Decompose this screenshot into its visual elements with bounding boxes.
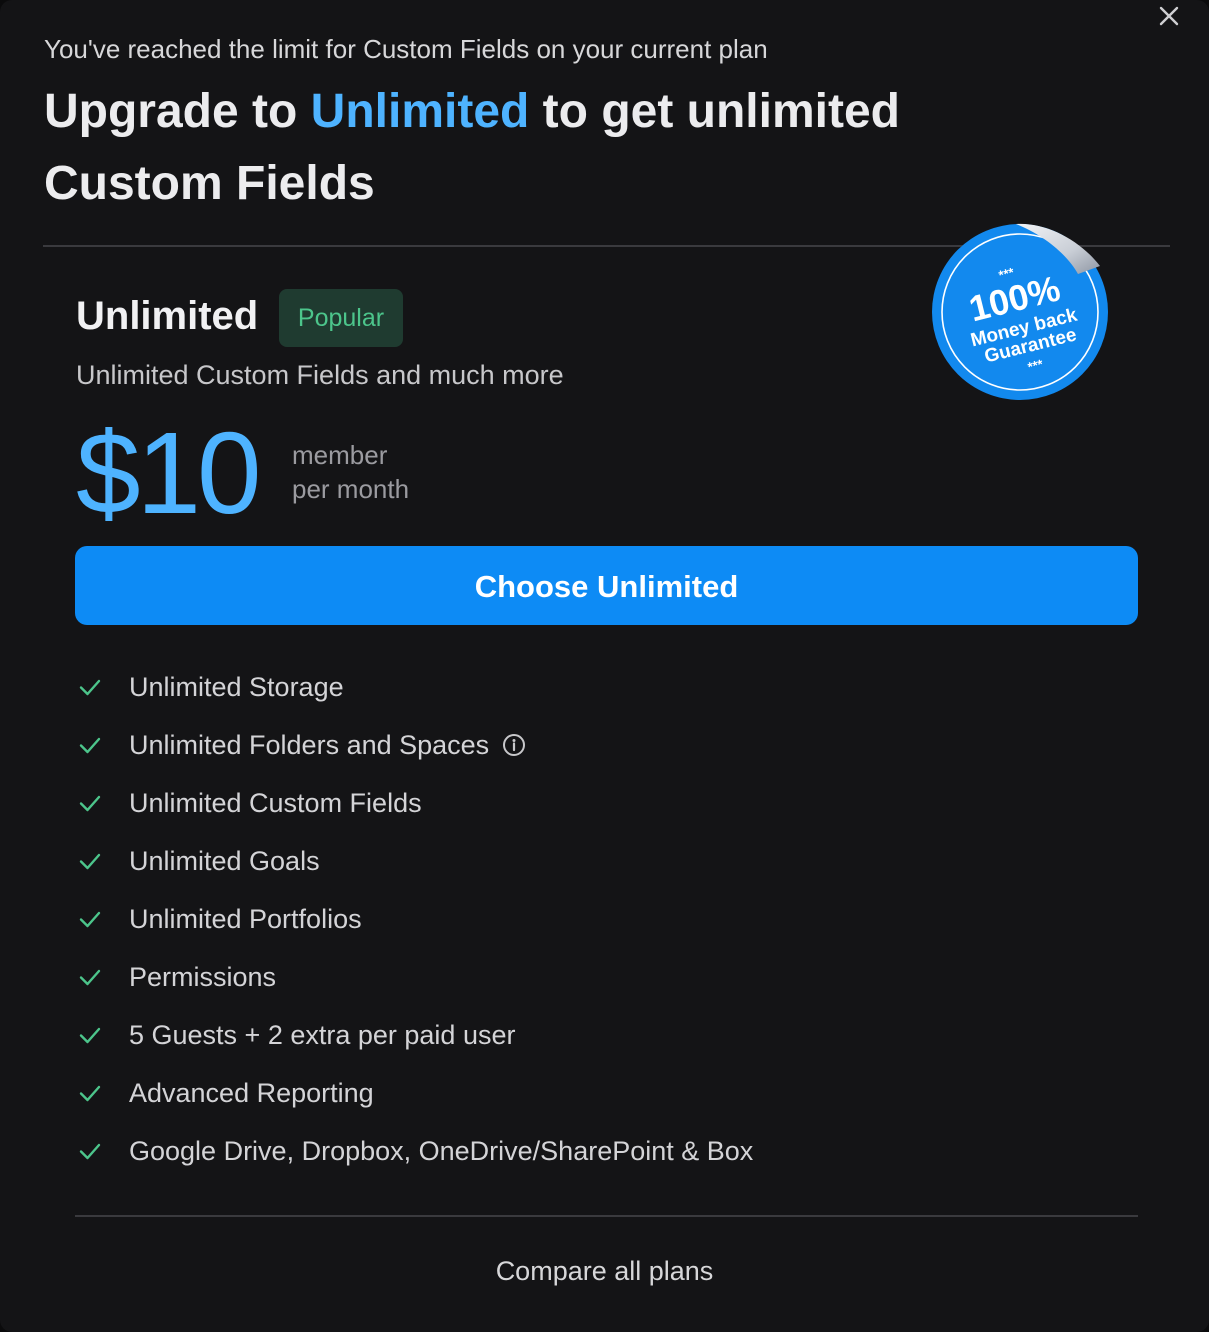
headline-prefix: Upgrade to: [44, 85, 311, 138]
limit-message: You've reached the limit for Custom Fiel…: [44, 34, 768, 64]
list-item: Unlimited Goals: [76, 832, 753, 890]
plan-description: Unlimited Custom Fields and much more: [76, 360, 564, 390]
list-item: Google Drive, Dropbox, OneDrive/SharePoi…: [76, 1122, 753, 1180]
list-item: Unlimited Storage: [76, 658, 753, 716]
list-item: 5 Guests + 2 extra per paid user: [76, 1006, 753, 1064]
feature-label: Unlimited Folders and Spaces: [129, 729, 490, 760]
check-icon: [79, 737, 101, 754]
check-icon: [79, 853, 101, 870]
feature-label: Advanced Reporting: [129, 1077, 374, 1108]
check-icon: [79, 911, 101, 928]
check-icon: [79, 969, 101, 986]
check-icon: [79, 1085, 101, 1102]
feature-label: Google Drive, Dropbox, OneDrive/SharePoi…: [129, 1135, 754, 1166]
compare-all-plans-link[interactable]: Compare all plans: [496, 1256, 714, 1286]
page-title: Upgrade to Unlimited to get unlimited Cu…: [44, 76, 944, 220]
close-icon[interactable]: [1157, 4, 1181, 28]
upgrade-modal: You've reached the limit for Custom Fiel…: [0, 0, 1209, 1332]
info-icon[interactable]: [501, 732, 527, 758]
list-item: Unlimited Folders and Spaces: [76, 716, 753, 774]
check-icon: [79, 679, 101, 696]
list-item: Permissions: [76, 948, 753, 1006]
list-item: Unlimited Portfolios: [76, 890, 753, 948]
popular-badge: Popular: [279, 289, 403, 347]
price-unit: member per month: [292, 438, 409, 506]
check-icon: [79, 1143, 101, 1160]
price-unit-member: member: [292, 440, 388, 470]
money-back-guarantee-sticker: *** 100% Money back Guarantee ***: [932, 223, 1108, 400]
feature-label: Unlimited Portfolios: [129, 903, 362, 934]
feature-label: 5 Guests + 2 extra per paid user: [129, 1019, 516, 1050]
list-item: Advanced Reporting: [76, 1064, 753, 1122]
plan-name: Unlimited: [76, 294, 259, 338]
feature-label: Unlimited Custom Fields: [129, 787, 422, 818]
price-unit-period: per month: [292, 474, 410, 504]
feature-label: Permissions: [129, 961, 277, 992]
footer-divider: [75, 1215, 1138, 1217]
check-icon: [79, 1027, 101, 1044]
headline-plan-name: Unlimited: [310, 85, 530, 138]
choose-unlimited-button[interactable]: Choose Unlimited: [75, 546, 1138, 625]
feature-list: Unlimited Storage Unlimited Folders and …: [76, 658, 753, 1180]
check-icon: [79, 795, 101, 812]
compare-plans: Compare all plans: [0, 1256, 1209, 1287]
plan-price: $10: [76, 408, 262, 538]
list-item: Unlimited Custom Fields: [76, 774, 753, 832]
feature-label: Unlimited Goals: [129, 845, 320, 876]
feature-label: Unlimited Storage: [129, 671, 344, 702]
